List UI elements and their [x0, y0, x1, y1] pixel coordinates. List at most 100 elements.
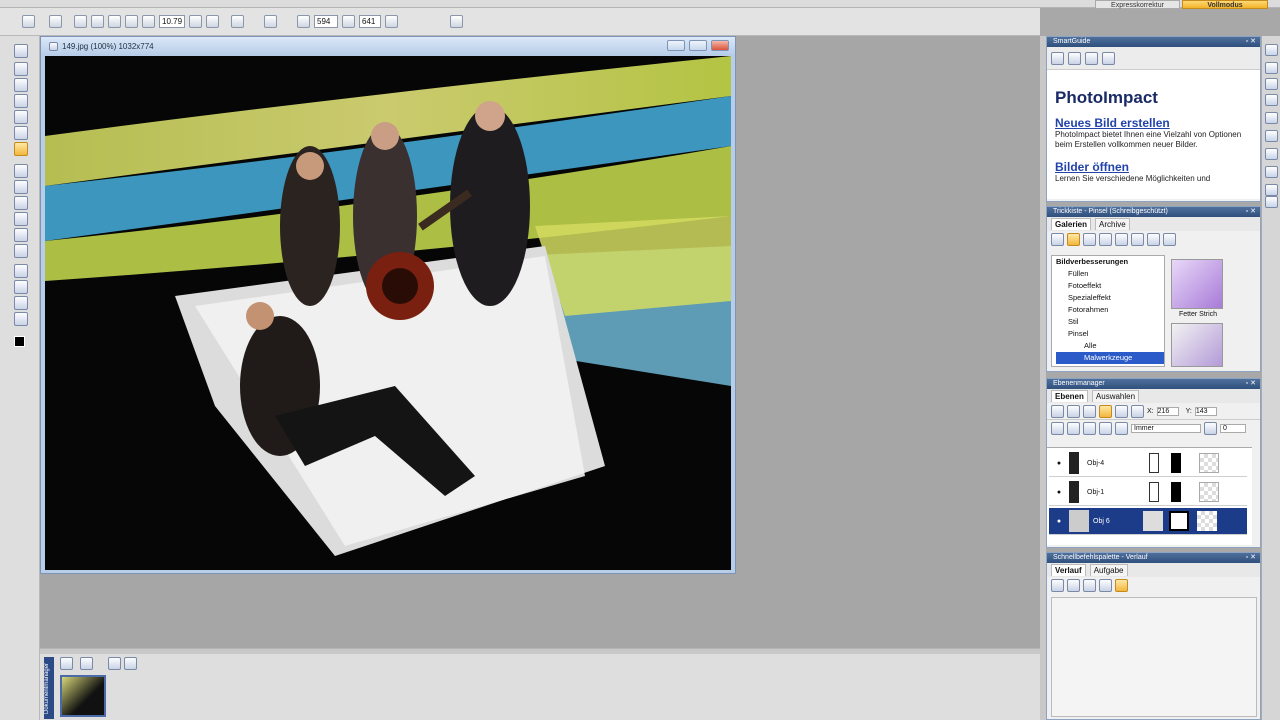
- rotate-angle-input[interactable]: 10.79: [159, 15, 185, 28]
- layer-new-icon[interactable]: [1051, 404, 1064, 418]
- tree-item[interactable]: Fotorahmen: [1056, 304, 1164, 316]
- layer-row-selected[interactable]: ● Obj 6: [1049, 508, 1247, 535]
- record-history-icon[interactable]: [1115, 578, 1128, 592]
- extra-toggle-icon[interactable]: [1265, 196, 1278, 208]
- transform-tool-icon[interactable]: [14, 142, 28, 156]
- navigator-toggle-icon[interactable]: [1265, 130, 1278, 142]
- brush-tool-icon[interactable]: [14, 164, 28, 178]
- gallery-home-icon[interactable]: [1051, 232, 1064, 246]
- history-toggle-icon[interactable]: [1265, 94, 1278, 106]
- pick-tool-icon[interactable]: [14, 44, 28, 58]
- minimize-button[interactable]: [667, 40, 685, 51]
- gallery-folder-icon[interactable]: [1067, 232, 1080, 246]
- layers-toggle-icon[interactable]: [1265, 78, 1278, 90]
- gallery-add-icon[interactable]: [1083, 232, 1096, 246]
- clone-tool-icon[interactable]: [14, 196, 28, 210]
- close-button[interactable]: [711, 40, 729, 51]
- rotate-free-icon[interactable]: [142, 15, 155, 28]
- layer-row[interactable]: ● Obj-4: [1049, 450, 1247, 477]
- rotate-right-icon[interactable]: [125, 15, 138, 28]
- tab-aufgabe[interactable]: Aufgabe: [1089, 564, 1128, 576]
- retouch-tool-icon[interactable]: [14, 212, 28, 226]
- blend-mode-select[interactable]: Immer: [1131, 424, 1201, 433]
- layer-merge-icon[interactable]: [1067, 404, 1080, 418]
- height-input[interactable]: 641: [359, 15, 381, 28]
- eye-icon[interactable]: ●: [1049, 460, 1069, 467]
- cut-layer-icon[interactable]: [1067, 422, 1080, 435]
- fill-tool-icon[interactable]: [14, 244, 28, 258]
- layer-row[interactable]: ● Obj-1: [1049, 479, 1247, 506]
- undo-history-icon[interactable]: [1099, 578, 1112, 592]
- tree-item[interactable]: Füllen: [1056, 268, 1164, 280]
- gallery-grid-icon[interactable]: [1115, 232, 1128, 246]
- forward-icon[interactable]: [1085, 51, 1098, 65]
- layer-lock-icon[interactable]: [1083, 404, 1096, 418]
- magic-wand-icon[interactable]: [14, 94, 28, 108]
- delete-layer-icon[interactable]: [1099, 422, 1112, 435]
- resample-icon[interactable]: [450, 15, 463, 28]
- grid-icon[interactable]: [264, 15, 277, 28]
- print-icon[interactable]: [1102, 51, 1115, 65]
- brush-thumbnail[interactable]: [1171, 259, 1223, 309]
- eraser-tool-icon[interactable]: [14, 228, 28, 242]
- gallery-search-icon[interactable]: [1147, 232, 1160, 246]
- tree-item[interactable]: Bildverbesserungen: [1056, 256, 1164, 268]
- palette-toggle-icon[interactable]: [1265, 166, 1278, 178]
- tab-verlauf[interactable]: Verlauf: [1051, 564, 1086, 576]
- selection-tool-icon[interactable]: [14, 62, 28, 76]
- panel-close-icon[interactable]: ▫ ✕: [1246, 553, 1256, 563]
- layer-align-icon[interactable]: [1131, 404, 1144, 418]
- flip-horizontal-icon[interactable]: [74, 15, 87, 28]
- tab-archive[interactable]: Archive: [1095, 218, 1130, 230]
- apply-icon[interactable]: [189, 15, 202, 28]
- panel-close-icon[interactable]: ▫ ✕: [1246, 37, 1256, 47]
- play-history-icon[interactable]: [1051, 578, 1064, 592]
- image-canvas[interactable]: [45, 56, 731, 570]
- width-stepper-icon[interactable]: [342, 15, 355, 28]
- sort-icon[interactable]: [108, 657, 121, 670]
- trickkiste-toggle-icon[interactable]: [1265, 62, 1278, 74]
- print-layer-icon[interactable]: [1051, 422, 1064, 435]
- back-icon[interactable]: [1068, 51, 1081, 65]
- shape-tool-icon[interactable]: [14, 296, 28, 310]
- info-toggle-icon[interactable]: [1265, 112, 1278, 124]
- play-icon[interactable]: [60, 657, 73, 670]
- splitter[interactable]: [40, 649, 1040, 654]
- path-tool-icon[interactable]: [14, 312, 28, 326]
- delete-history-icon[interactable]: [1083, 578, 1096, 592]
- tree-item[interactable]: Fotoeffekt: [1056, 280, 1164, 292]
- view-options-icon[interactable]: [80, 657, 93, 670]
- gallery-options-icon[interactable]: [1163, 232, 1176, 246]
- height-stepper-icon[interactable]: [385, 15, 398, 28]
- eyedropper-tool-icon[interactable]: [14, 280, 28, 294]
- tree-item[interactable]: Spezialeffekt: [1056, 292, 1164, 304]
- mask-icon[interactable]: [1083, 422, 1096, 435]
- tab-expresskorrektur[interactable]: Expresskorrektur: [1095, 0, 1180, 9]
- brush-toggle-icon[interactable]: [1265, 184, 1278, 196]
- copy-history-icon[interactable]: [1067, 578, 1080, 592]
- transform-options-icon[interactable]: [231, 15, 244, 28]
- tab-auswahlen[interactable]: Auswahlen: [1091, 390, 1140, 402]
- tree-item[interactable]: Stil: [1056, 316, 1164, 328]
- y-input[interactable]: 143: [1194, 406, 1217, 416]
- blend-icon[interactable]: [1115, 422, 1128, 435]
- tab-ebenen[interactable]: Ebenen: [1051, 390, 1088, 402]
- crop-tool-icon[interactable]: [14, 126, 28, 140]
- smartguide-toggle-icon[interactable]: [1265, 44, 1278, 56]
- eye-icon[interactable]: ●: [1049, 518, 1069, 525]
- eye-icon[interactable]: ●: [1049, 489, 1069, 496]
- tree-item-selected[interactable]: Malwerkzeuge: [1056, 352, 1164, 364]
- pencil-tool-icon[interactable]: [14, 180, 28, 194]
- zoom-tool-icon[interactable]: [14, 264, 28, 278]
- lasso-tool-icon[interactable]: [14, 78, 28, 92]
- opacity-icon[interactable]: [1204, 422, 1217, 435]
- rotate-left-icon[interactable]: [108, 15, 121, 28]
- tree-item[interactable]: Alle: [1056, 340, 1164, 352]
- home-icon[interactable]: [1051, 51, 1064, 65]
- layer-thumb-view-icon[interactable]: [1099, 404, 1112, 418]
- panel-close-icon[interactable]: ▫ ✕: [1246, 379, 1256, 389]
- gallery-view-icon[interactable]: [1099, 232, 1112, 246]
- text-tool-icon[interactable]: [14, 110, 28, 124]
- align-icon[interactable]: [49, 15, 62, 28]
- tab-vollmodus[interactable]: Vollmodus: [1182, 0, 1268, 9]
